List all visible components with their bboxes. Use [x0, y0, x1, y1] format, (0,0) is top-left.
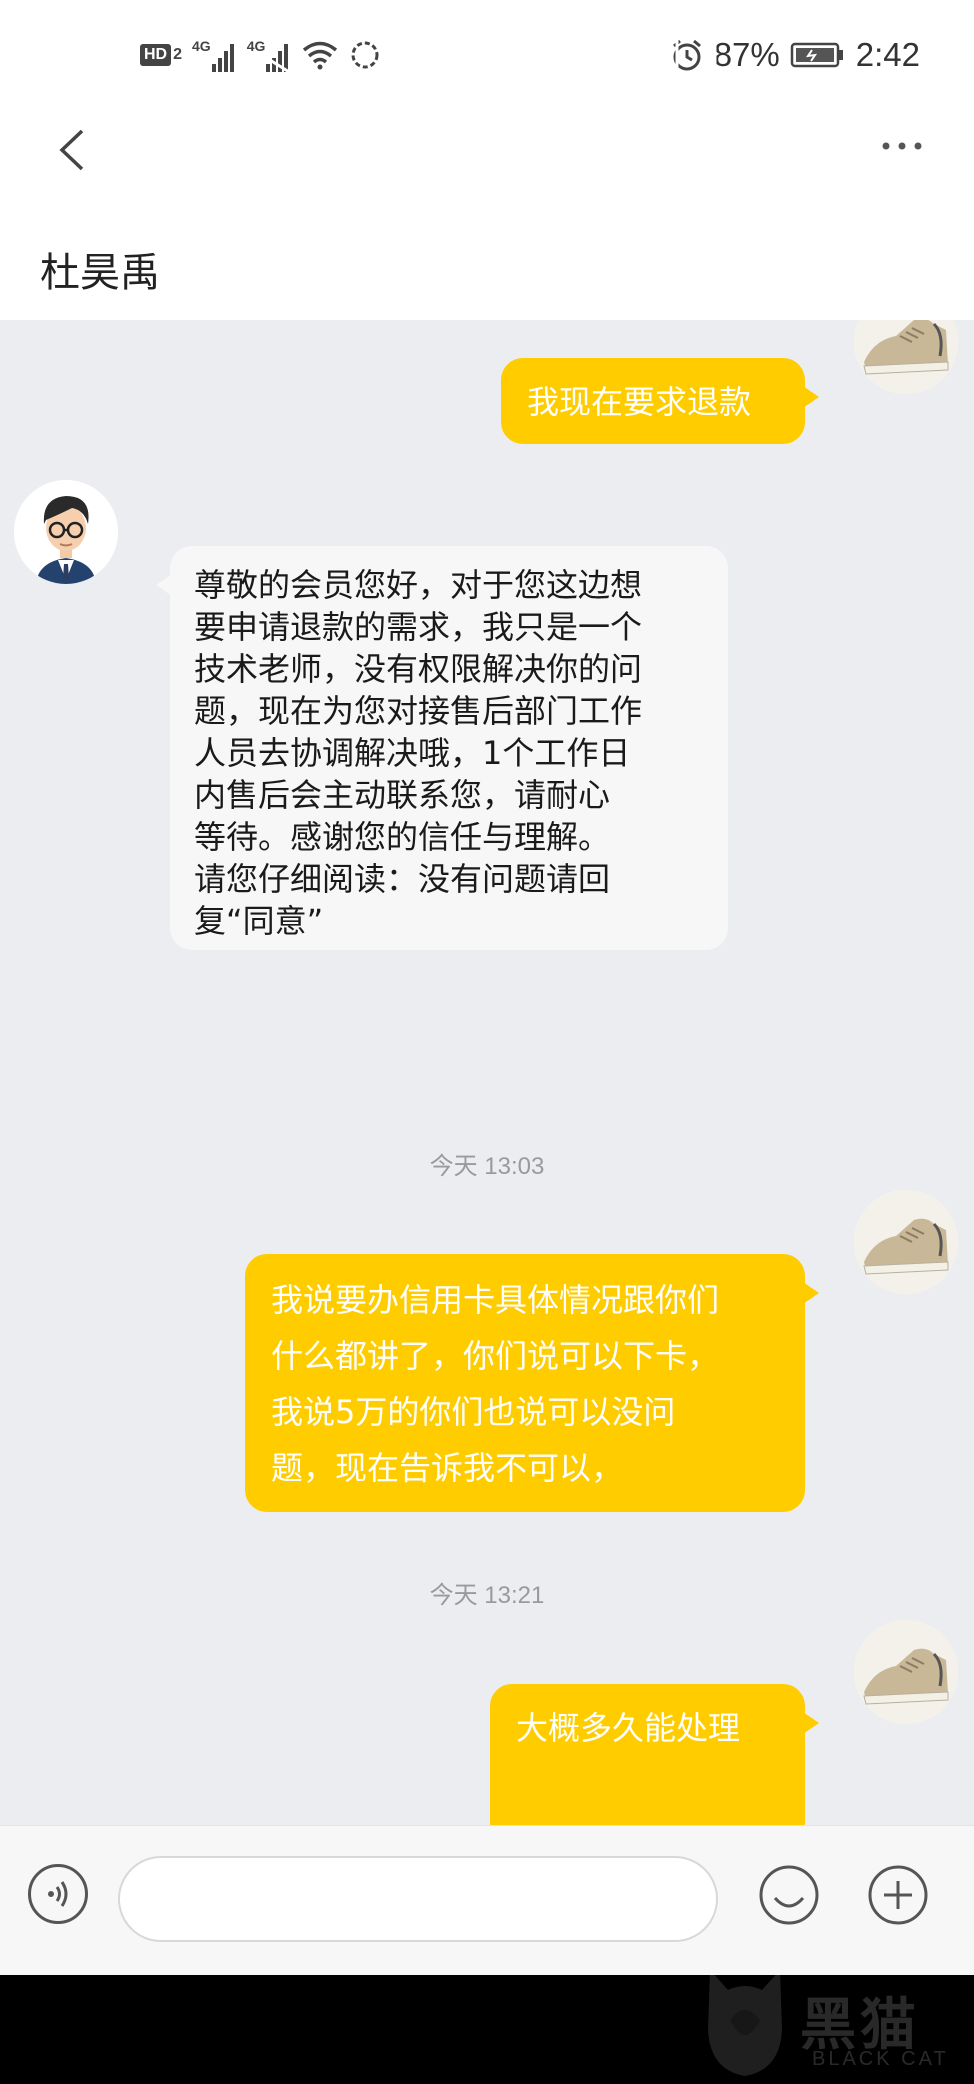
message-bubble-outgoing[interactable]: 我现在要求退款: [501, 358, 819, 444]
hd-icon: HD 2: [140, 44, 182, 66]
sneaker-icon: [854, 1620, 958, 1724]
my-avatar[interactable]: [854, 320, 958, 394]
sync-icon: [351, 41, 379, 69]
watermark-logo: 黑猫 BLACK CAT: [700, 1960, 974, 2084]
clock: 2:42: [855, 36, 920, 73]
signal-icon-1: 4G: [192, 38, 237, 72]
agent-portrait-icon: [14, 480, 118, 584]
message-line: 等待。感谢您的信任与理解。: [194, 818, 611, 856]
battery-icon: [790, 42, 843, 68]
message-text: 大概多久能处理: [516, 1709, 741, 1747]
message-bubble-incoming[interactable]: 尊敬的会员您好，对于您这边想 要申请退款的需求，我只是一个 技术老师，没有权限解…: [156, 546, 728, 950]
message-line: 题，现在为您对接售后部门工作: [194, 692, 643, 730]
message-line: 我说要办信用卡具体情况跟你们: [271, 1281, 720, 1319]
message-input[interactable]: [118, 1856, 718, 1942]
agent-avatar[interactable]: [14, 480, 118, 584]
voice-icon: [48, 1881, 68, 1907]
timestamp: 今天 13:21: [429, 1582, 545, 1609]
message-line: 尊敬的会员您好，对于您这边想: [194, 566, 643, 604]
my-avatar[interactable]: [854, 1620, 958, 1724]
nav-home-icon[interactable]: [461, 30, 511, 80]
more-options-icon[interactable]: [878, 126, 926, 166]
input-bar: [0, 1825, 974, 1976]
message-bubble-outgoing[interactable]: 我说要办信用卡具体情况跟你们 什么都讲了，你们说可以下卡， 我说5万的你们也说可…: [245, 1254, 819, 1512]
nav-back-icon[interactable]: [256, 30, 300, 80]
nav-recent-apps-icon[interactable]: [674, 32, 718, 76]
message-line: 我说5万的你们也说可以没问: [271, 1393, 676, 1431]
message-line: 要申请退款的需求，我只是一个: [194, 608, 643, 646]
timestamp: 今天 13:03: [429, 1153, 545, 1180]
chat-title: 杜昊禹: [40, 251, 160, 295]
battery-percent: 87%: [713, 36, 780, 73]
chat-area[interactable]: 我现在要求退款 尊敬的会员您好，对于您这边想 要申请退款的需求，我只是一个 技术…: [0, 320, 974, 1825]
message-line: 人员去协调解决哦，1个工作日: [194, 734, 631, 772]
sneaker-icon: [854, 1190, 958, 1294]
message-line: 什么都讲了，你们说可以下卡，: [271, 1337, 720, 1375]
message-line: 复“同意”: [194, 902, 324, 940]
message-line: 题，现在告诉我不可以，: [271, 1449, 624, 1487]
message-line: 请您仔细阅读：没有问题请回: [194, 860, 611, 898]
message-line: 技术老师，没有权限解决你的问: [194, 650, 643, 688]
message-bubble-outgoing[interactable]: 大概多久能处理: [490, 1684, 819, 1825]
message-text: 我现在要求退款: [527, 383, 752, 421]
my-avatar[interactable]: [854, 1190, 958, 1294]
voice-button[interactable]: [28, 1864, 88, 1924]
back-icon[interactable]: [52, 125, 92, 175]
black-cat-icon: [708, 1970, 782, 2076]
plus-icon[interactable]: [867, 1864, 929, 1926]
emoji-icon[interactable]: [758, 1864, 820, 1926]
sneaker-icon: [854, 320, 958, 394]
watermark-subtext: BLACK CAT: [812, 2048, 949, 2070]
message-line: 内售后会主动联系您，请耐心: [194, 776, 611, 814]
wifi-icon: [303, 41, 338, 70]
